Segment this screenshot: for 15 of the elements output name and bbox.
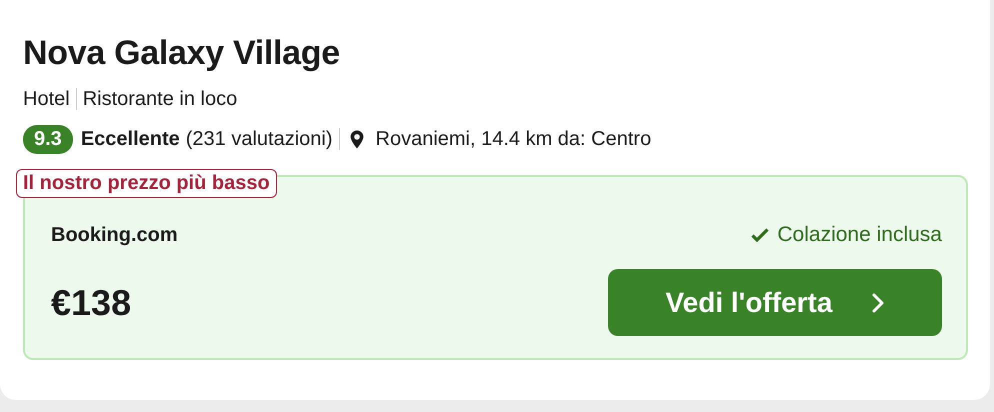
hotel-name: Nova Galaxy Village bbox=[23, 34, 341, 73]
chevron-right-icon bbox=[872, 292, 884, 312]
review-count: (231 valutazioni) bbox=[186, 128, 333, 150]
location-text: Rovaniemi, 14.4 km da: Centro bbox=[376, 128, 652, 150]
hotel-tag: Ristorante in loco bbox=[82, 88, 238, 110]
lowest-price-badge: Il nostro prezzo più basso bbox=[16, 169, 277, 198]
provider-name: Booking.com bbox=[51, 224, 178, 246]
check-icon bbox=[751, 228, 770, 242]
hotel-tag: Hotel bbox=[23, 88, 70, 110]
breakfast-included: Colazione inclusa bbox=[777, 223, 942, 247]
map-pin-icon bbox=[350, 130, 364, 148]
rating-label: Eccellente bbox=[80, 128, 180, 150]
price: €138 bbox=[51, 282, 132, 324]
view-offer-button[interactable]: Vedi l'offerta bbox=[608, 269, 942, 336]
rating-score: 9.3 bbox=[23, 124, 73, 154]
